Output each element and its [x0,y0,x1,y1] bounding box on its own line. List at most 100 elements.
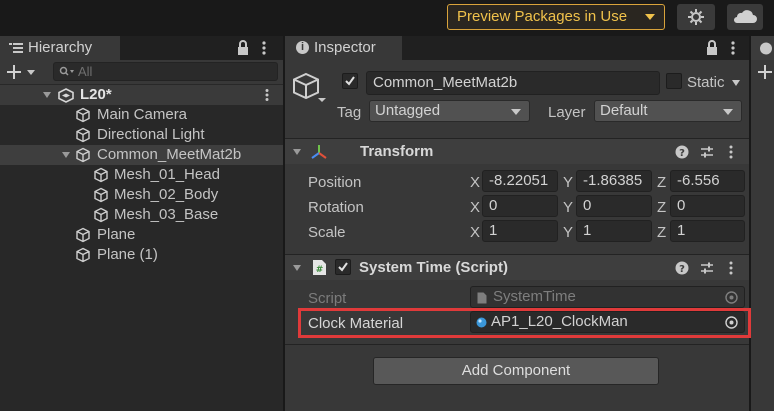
hierarchy-item-mesh-01-head[interactable]: Mesh_01_Head [0,165,283,185]
y-axis-label[interactable]: Y [563,174,573,191]
component-enabled-checkbox[interactable] [335,259,351,275]
system-time-header[interactable]: # System Time (Script) ? [285,254,749,280]
hierarchy-item-label: Main Camera [97,106,188,123]
rotation-z-field[interactable]: 0 [670,195,745,217]
chevron-down-icon [511,109,521,115]
script-value: SystemTime [493,288,576,305]
lock-icon[interactable] [236,40,250,56]
more-options-icon[interactable] [728,145,734,159]
position-z-field[interactable]: -6.556 [670,170,745,192]
help-icon[interactable]: ? [675,145,689,159]
highlight-box [298,308,751,338]
presets-icon[interactable] [700,145,714,159]
transform-axes-icon [311,145,327,159]
z-axis-label[interactable]: Z [657,199,666,216]
more-options-icon[interactable] [730,40,736,56]
static-label[interactable]: Static [687,74,725,91]
tag-value: Untagged [375,102,441,119]
tab-hierarchy[interactable]: Hierarchy [0,36,120,60]
z-axis-label[interactable]: Z [657,174,666,191]
x-axis-label[interactable]: X [470,224,480,241]
presets-icon[interactable] [700,261,714,275]
script-field: SystemTime [470,286,745,308]
rotation-y-field[interactable]: 0 [576,195,652,217]
cloud-icon [734,10,757,23]
hierarchy-item-label: Plane (1) [97,246,158,263]
fold-arrow-icon[interactable] [293,149,301,155]
gameobject-cube-icon [76,247,90,263]
hierarchy-item-directional-light[interactable]: Directional Light [0,125,283,145]
fold-arrow-icon[interactable] [293,265,301,271]
tag-label: Tag [337,104,362,121]
more-options-icon[interactable] [728,261,734,275]
hierarchy-item-common-meetmat2b[interactable]: Common_MeetMat2b [0,145,283,165]
fold-arrow-icon[interactable] [43,92,51,98]
hierarchy-item-label: Plane [97,226,136,243]
hierarchy-item-plane[interactable]: Plane [0,225,283,245]
hierarchy-item-label: Directional Light [97,126,205,143]
hierarchy-item-mesh-03-base[interactable]: Mesh_03_Base [0,205,283,225]
position-label[interactable]: Position [308,174,361,191]
layer-value: Default [600,102,648,119]
scale-y-field[interactable]: 1 [576,220,652,242]
scale-label[interactable]: Scale [308,224,346,241]
tag-dropdown[interactable]: Untagged [369,100,530,122]
hierarchy-tab-label: Hierarchy [28,39,93,56]
gameobject-cube-icon [94,207,108,223]
tab-inspector[interactable]: i Inspector [285,36,402,60]
x-axis-label[interactable]: X [470,174,480,191]
position-x-field[interactable]: -8.22051 [482,170,558,192]
z-axis-label[interactable]: Z [657,224,666,241]
more-options-icon[interactable] [261,40,267,56]
lock-icon[interactable] [705,40,719,56]
hierarchy-item-label: Common_MeetMat2b [97,146,242,163]
checkmark-icon [338,262,348,272]
script-label: Script [308,290,347,307]
preview-packages-button[interactable]: Preview Packages in Use [447,4,665,30]
svg-text:#: # [316,265,324,275]
inspector-tab-label: Inspector [314,39,376,56]
transform-header[interactable]: Transform ? [285,138,749,164]
scene-row[interactable]: L20* [0,85,283,105]
hierarchy-item-main-camera[interactable]: Main Camera [0,105,283,125]
search-input[interactable]: All [53,62,278,81]
object-picker-icon [725,291,738,304]
add-icon[interactable] [757,64,773,80]
settings-button[interactable] [677,4,715,30]
checkmark-icon [345,76,355,86]
more-options-icon[interactable] [264,88,270,102]
y-axis-label[interactable]: Y [563,199,573,216]
cloud-button[interactable] [727,4,763,30]
help-icon[interactable]: ? [675,261,689,275]
x-axis-label[interactable]: X [470,199,480,216]
info-icon: i [296,41,309,54]
scale-z-field[interactable]: 1 [670,220,745,242]
object-name-field[interactable]: Common_MeetMat2b [366,71,660,95]
gear-icon [688,9,704,25]
preview-packages-label: Preview Packages in Use [457,8,628,25]
adjacent-tab[interactable] [751,36,774,60]
active-checkbox[interactable] [342,73,358,89]
hierarchy-item-label: Mesh_03_Base [114,206,219,223]
hierarchy-item-label: Mesh_01_Head [114,166,220,183]
chevron-down-icon[interactable] [732,80,740,86]
gameobject-large-icon[interactable] [292,72,328,104]
system-time-title: System Time (Script) [359,259,508,276]
y-axis-label[interactable]: Y [563,224,573,241]
gameobject-cube-icon [94,187,108,203]
fold-arrow-icon[interactable] [62,152,70,158]
rotation-label[interactable]: Rotation [308,199,364,216]
script-file-icon [477,292,487,304]
info-icon [760,42,772,55]
hierarchy-item-plane-1[interactable]: Plane (1) [0,245,283,265]
unity-scene-icon [58,88,74,103]
scale-x-field[interactable]: 1 [482,220,558,242]
add-component-button[interactable]: Add Component [373,357,659,385]
add-object-button[interactable] [6,64,40,80]
rotation-x-field[interactable]: 0 [482,195,558,217]
position-y-field[interactable]: -1.86385 [576,170,652,192]
hierarchy-item-mesh-02-body[interactable]: Mesh_02_Body [0,185,283,205]
static-checkbox[interactable] [666,73,682,89]
scene-label: L20* [80,86,112,103]
layer-dropdown[interactable]: Default [594,100,742,122]
